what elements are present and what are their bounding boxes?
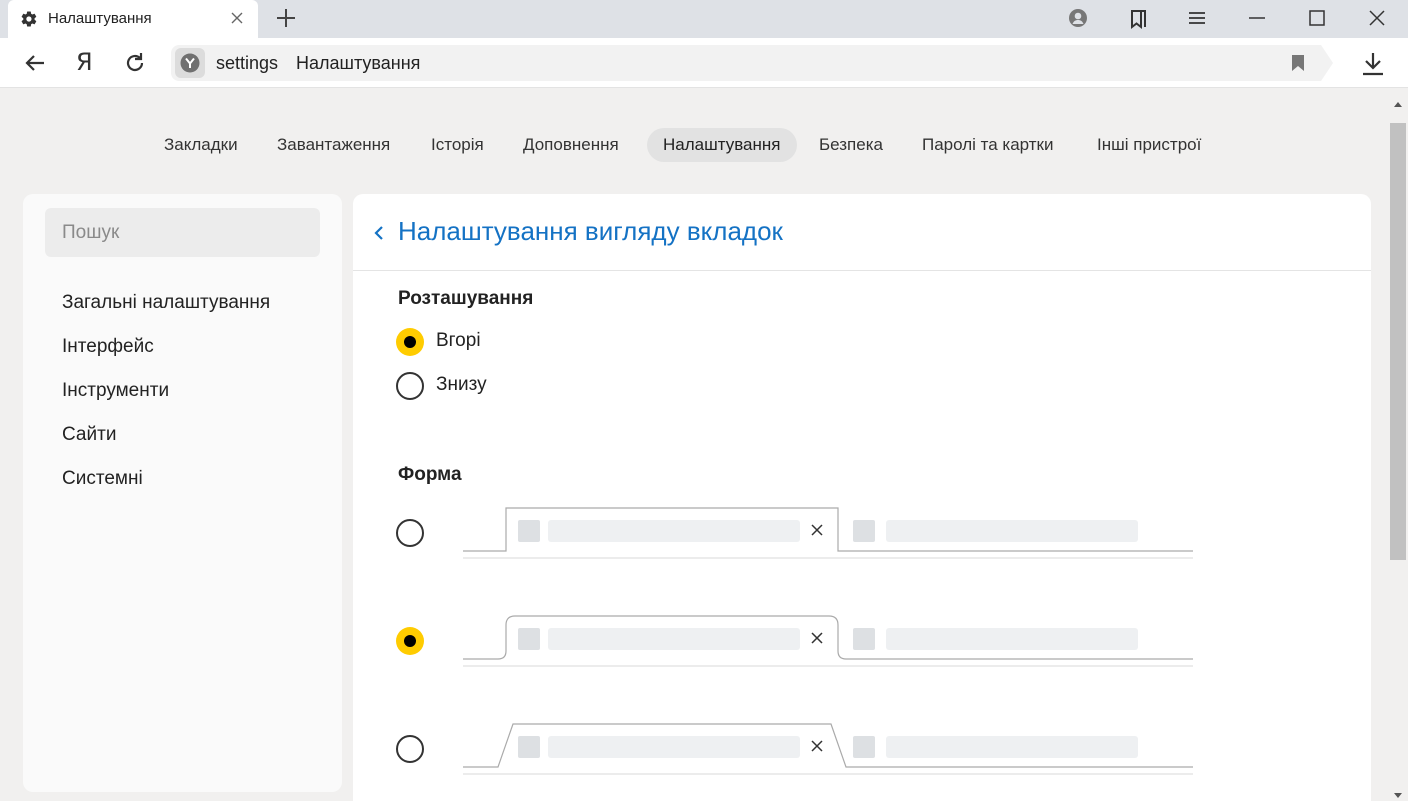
new-tab-button[interactable] <box>274 6 298 30</box>
chevron-left-icon[interactable] <box>371 222 387 244</box>
tab-shape-trapezoid-preview <box>463 723 1193 775</box>
sidebar-item-tools[interactable]: Інструменти <box>62 380 169 402</box>
tab-other-devices[interactable]: Інші пристрої <box>1081 128 1217 162</box>
address-bar[interactable]: settings Налаштування <box>171 45 1333 81</box>
navigation-bar: Я settings Налаштування <box>0 38 1408 88</box>
tab-shape-rounded-preview <box>463 615 1193 667</box>
maximize-icon[interactable] <box>1303 5 1331 31</box>
tab-history[interactable]: Історія <box>415 128 500 162</box>
back-arrow-icon[interactable] <box>22 50 48 76</box>
download-icon[interactable] <box>1360 50 1386 78</box>
vertical-scrollbar[interactable] <box>1388 89 1408 801</box>
shape-option-rounded[interactable] <box>396 626 426 656</box>
tab-downloads[interactable]: Завантаження <box>261 128 406 162</box>
title-bar: Налаштування <box>0 0 1408 38</box>
bookmarks-collections-icon[interactable] <box>1123 5 1151 31</box>
page-title[interactable]: Налаштування вигляду вкладок <box>398 216 783 247</box>
sidebar-item-general[interactable]: Загальні налаштування <box>62 292 270 314</box>
position-section-label: Розташування <box>398 288 534 309</box>
gear-icon <box>20 10 38 28</box>
reload-icon[interactable] <box>122 50 148 76</box>
profile-icon[interactable] <box>1064 5 1092 31</box>
shape-option-trapezoid[interactable] <box>396 734 426 764</box>
menu-icon[interactable] <box>1183 5 1211 31</box>
radio-button[interactable] <box>396 735 424 763</box>
browser-tab[interactable]: Налаштування <box>8 0 258 38</box>
sidebar-item-system[interactable]: Системні <box>62 468 143 490</box>
tab-passwords-cards[interactable]: Паролі та картки <box>906 128 1069 162</box>
minimize-icon[interactable] <box>1243 5 1271 31</box>
position-option-label: Знизу <box>436 374 487 395</box>
panel-header: Налаштування вигляду вкладок <box>353 194 1371 271</box>
yandex-logo[interactable]: Я <box>76 48 93 76</box>
tab-shape-rectangular-preview <box>463 507 1193 559</box>
settings-sidebar: Загальні налаштування Інтерфейс Інструме… <box>23 194 342 792</box>
shape-option-rectangular[interactable] <box>396 518 426 548</box>
browser-badge-icon[interactable] <box>175 48 205 78</box>
sidebar-item-interface[interactable]: Інтерфейс <box>62 336 154 358</box>
radio-button[interactable] <box>396 372 424 400</box>
search-input[interactable] <box>45 208 320 257</box>
close-icon[interactable] <box>1363 5 1391 31</box>
bookmark-icon[interactable] <box>1289 53 1307 73</box>
url-text: settings <box>216 53 279 73</box>
tab-bookmarks[interactable]: Закладки <box>148 128 254 162</box>
section-tabs: Закладки Завантаження Історія Доповнення… <box>0 128 1388 162</box>
radio-button[interactable] <box>396 519 424 547</box>
shape-section-label: Форма <box>398 464 462 485</box>
settings-panel: Налаштування вигляду вкладок Розташуванн… <box>353 194 1371 801</box>
sidebar-item-sites[interactable]: Сайти <box>62 424 116 446</box>
position-option-label: Вгорі <box>436 330 481 351</box>
close-tab-icon[interactable] <box>228 9 246 27</box>
radio-button-checked[interactable] <box>396 328 424 356</box>
tab-security[interactable]: Безпека <box>803 128 899 162</box>
page-title-in-address: Налаштування <box>296 53 421 73</box>
scroll-up-arrow-icon[interactable] <box>1393 95 1403 107</box>
scroll-down-arrow-icon[interactable] <box>1393 787 1403 798</box>
tab-extensions[interactable]: Доповнення <box>507 128 635 162</box>
tab-settings[interactable]: Налаштування <box>647 128 797 162</box>
tab-title: Налаштування <box>48 10 152 27</box>
scrollbar-thumb[interactable] <box>1390 123 1406 560</box>
radio-button-checked[interactable] <box>396 627 424 655</box>
